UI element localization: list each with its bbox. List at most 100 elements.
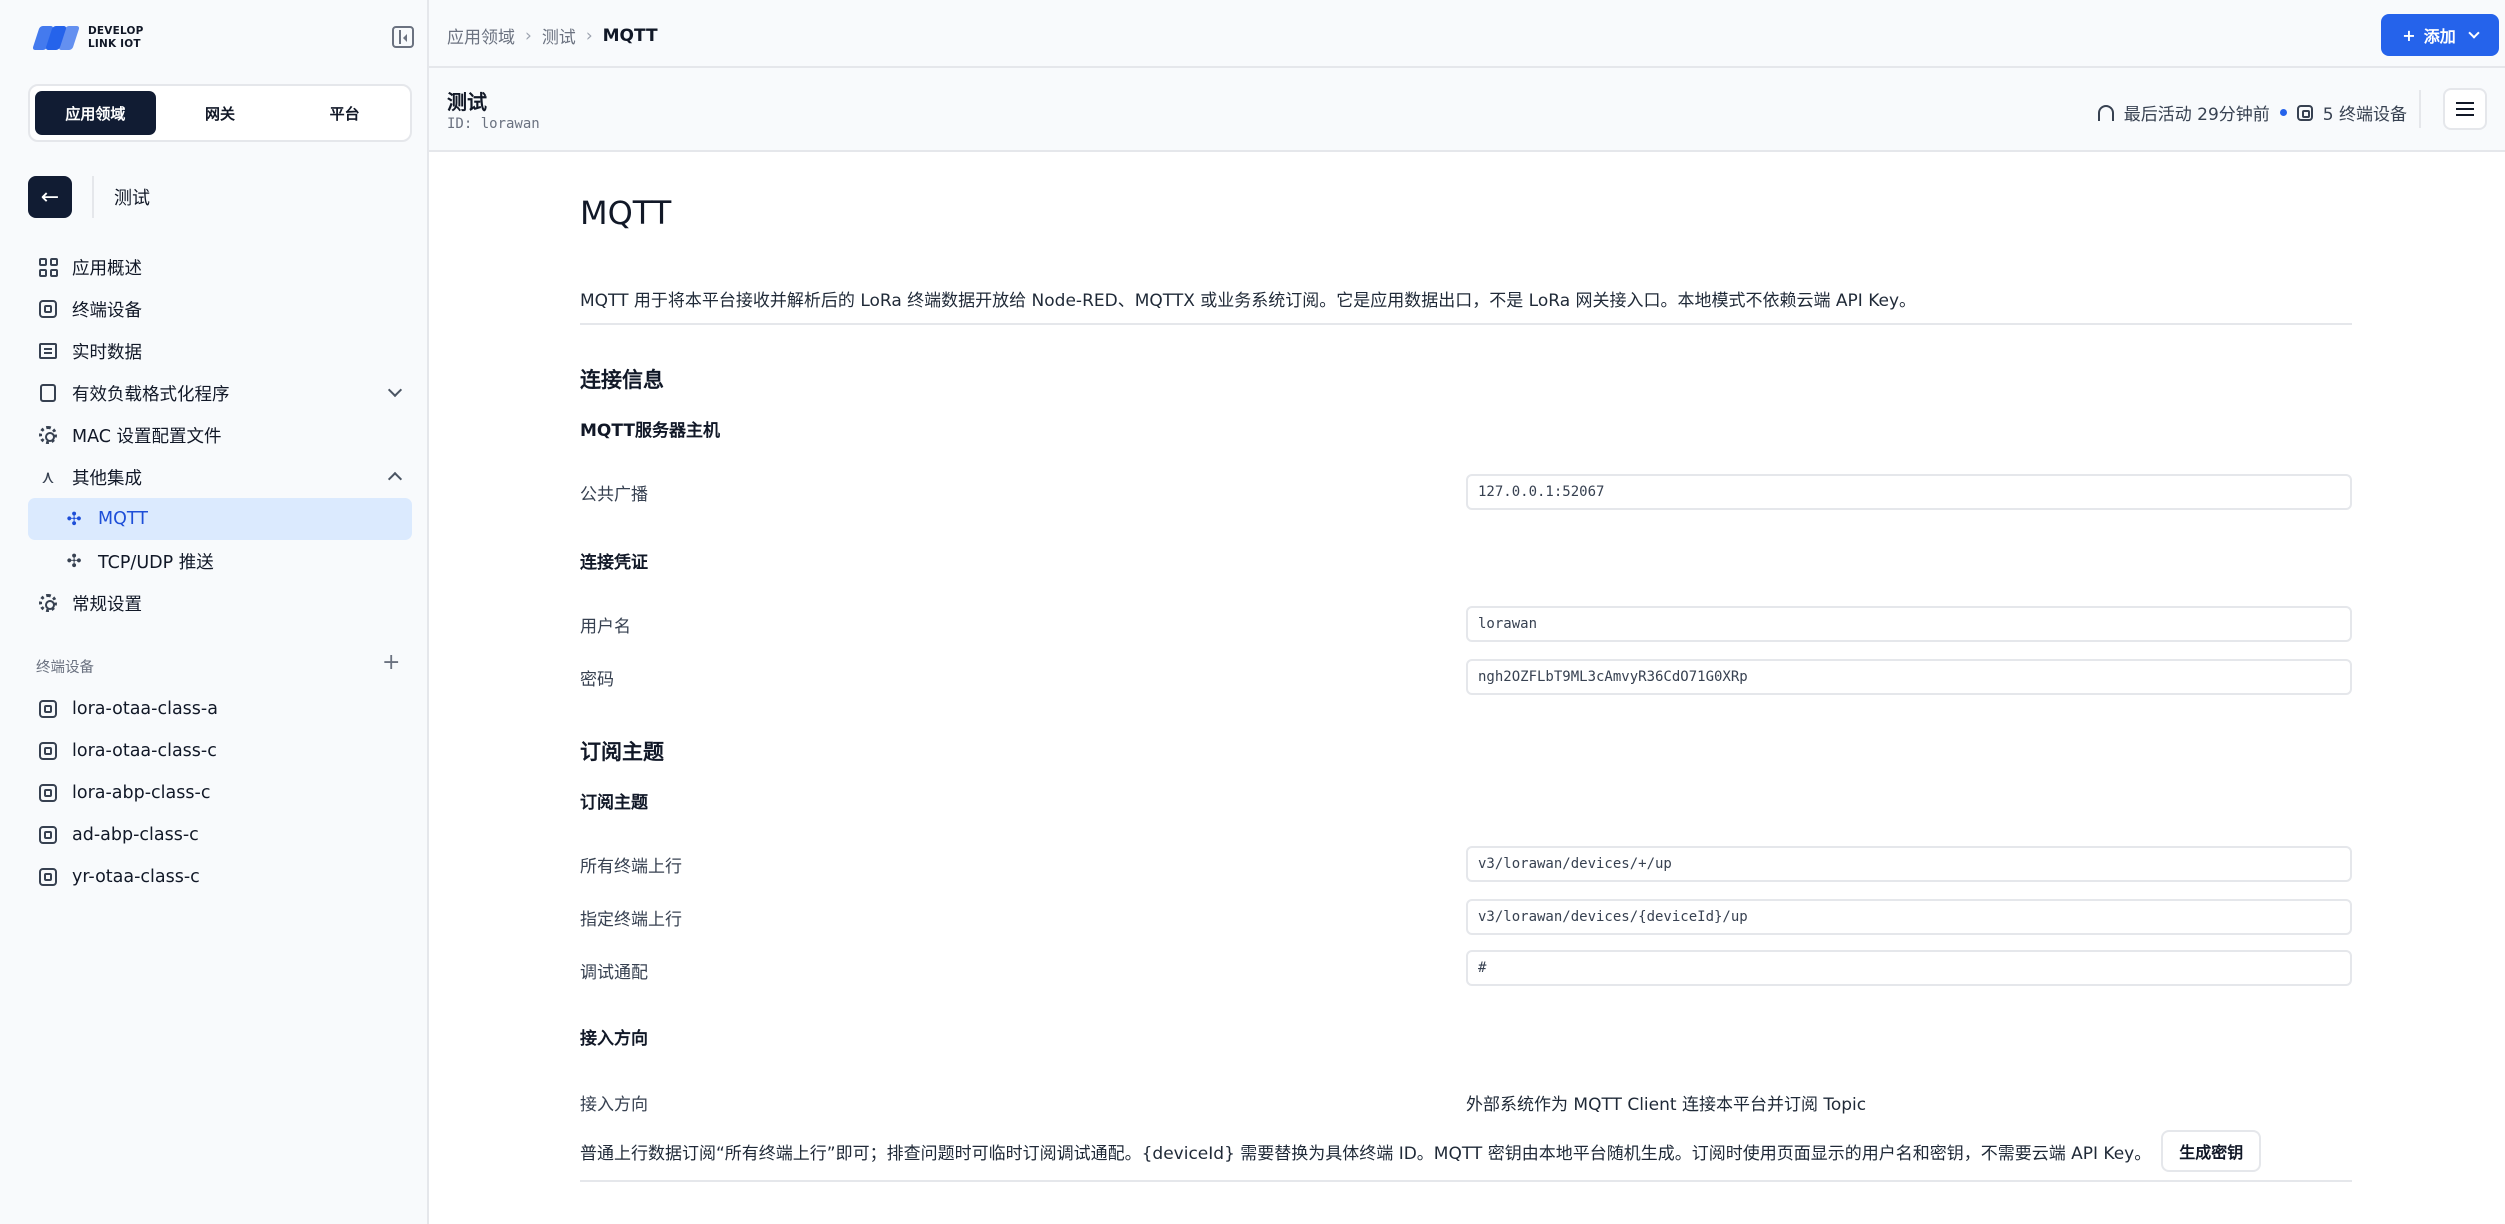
nav-item-label: 其他集成 xyxy=(72,468,142,489)
public-broadcast-label: 公共广播 xyxy=(580,485,648,505)
hamburger-icon xyxy=(2456,108,2474,110)
page-title: 测试 xyxy=(447,90,487,114)
device-uplink-topic-field[interactable]: v3/lorawan/devices/{deviceId}/up xyxy=(1466,899,2352,935)
add-button-label: 添加 xyxy=(2423,27,2456,46)
clipboard-icon xyxy=(38,383,58,403)
device-item[interactable]: lora-abp-class-c xyxy=(28,772,412,814)
nav-item-general-settings[interactable]: 常规设置 xyxy=(28,582,412,624)
divider xyxy=(92,176,94,218)
puzzle-icon: ✣ xyxy=(66,508,82,530)
password-field[interactable]: ngh2OZFLbT9ML3cAmvyR36CdO71G0XRp xyxy=(1466,659,2352,695)
description: MQTT 用于将本平台接收并解析后的 LoRa 终端数据开放给 Node-RED… xyxy=(580,286,2352,325)
nav-item-tcp-udp[interactable]: ✣ TCP/UDP 推送 xyxy=(28,540,412,582)
add-device-plus-icon[interactable]: + xyxy=(382,652,400,674)
device-name: lora-abp-class-c xyxy=(72,783,211,803)
debug-wildcard-field[interactable]: # xyxy=(1466,950,2352,986)
chip-icon xyxy=(38,699,58,719)
nav-item-label: TCP/UDP 推送 xyxy=(98,552,214,573)
nav-item-mqtt[interactable]: ✣ MQTT xyxy=(28,498,412,540)
device-name: lora-otaa-class-c xyxy=(72,741,217,761)
chevron-down-icon[interactable] xyxy=(387,382,403,398)
nav-item-mac-settings[interactable]: MAC 设置配置文件 xyxy=(28,414,412,456)
nav-item-label: 常规设置 xyxy=(72,594,142,615)
all-uplink-topic-field[interactable]: v3/lorawan/devices/+/up xyxy=(1466,846,2352,882)
username-field[interactable]: lorawan xyxy=(1466,606,2352,642)
list-icon xyxy=(38,341,58,361)
topics-subheading: 订阅主题 xyxy=(580,793,648,813)
nav-item-label: 终端设备 xyxy=(72,300,142,321)
chip-icon xyxy=(38,867,58,887)
domain-switcher: 应用领域 网关 平台 xyxy=(28,84,412,142)
public-broadcast-field[interactable]: 127.0.0.1:52067 xyxy=(1466,474,2352,510)
sidebar: DEVELOP LINK IOT 应用领域 网关 平台 ← 测试 应用概述 终端… xyxy=(0,0,429,1224)
breadcrumb-root[interactable]: 应用领域 xyxy=(447,23,515,48)
nav-item-label: MQTT xyxy=(98,509,148,529)
device-item[interactable]: lora-otaa-class-a xyxy=(28,688,412,730)
divider xyxy=(2419,90,2421,128)
app-nav: 应用概述 终端设备 实时数据 有效负载格式化程序 MAC 设置配置文件 ⋏ 其他… xyxy=(28,246,412,624)
devices-section-label: 终端设备 xyxy=(36,660,94,676)
nav-item-overview[interactable]: 应用概述 xyxy=(28,246,412,288)
device-item[interactable]: lora-otaa-class-c xyxy=(28,730,412,772)
nav-item-live-data[interactable]: 实时数据 xyxy=(28,330,412,372)
app-name: 测试 xyxy=(114,188,150,209)
nav-item-label: 实时数据 xyxy=(72,342,142,363)
all-uplink-label: 所有终端上行 xyxy=(580,857,682,877)
host-heading: MQTT服务器主机 xyxy=(580,421,720,441)
direction-label: 接入方向 xyxy=(580,1095,648,1115)
back-button[interactable]: ← xyxy=(28,176,72,218)
logo-icon xyxy=(32,24,80,52)
direction-value: 外部系统作为 MQTT Client 连接本平台并订阅 Topic xyxy=(1466,1095,1867,1115)
logo[interactable]: DEVELOP LINK IOT xyxy=(32,24,144,52)
status-bar: 最后活动 29分钟前 5 终端设备 xyxy=(2097,100,2407,125)
breadcrumb-parent[interactable]: 测试 xyxy=(542,23,576,48)
segment-platform[interactable]: 平台 xyxy=(284,91,405,135)
generate-key-button[interactable]: 生成密钥 xyxy=(2161,1130,2262,1172)
last-activity: 最后活动 29分钟前 xyxy=(2123,105,2270,125)
chevron-down-icon xyxy=(2468,27,2480,39)
app-subheader: 测试 ID: lorawan 最后活动 29分钟前 5 终端设备 xyxy=(429,68,2505,152)
device-name: yr-otaa-class-c xyxy=(72,867,200,887)
device-name: ad-abp-class-c xyxy=(72,825,199,845)
username-label: 用户名 xyxy=(580,617,631,637)
app-id: ID: lorawan xyxy=(447,116,540,132)
section-title: MQTT xyxy=(580,194,672,232)
nav-item-integrations[interactable]: ⋏ 其他集成 xyxy=(28,456,412,498)
status-dot xyxy=(2279,109,2287,116)
integration-icon: ⋏ xyxy=(41,466,55,488)
add-button[interactable]: + 添加 xyxy=(2381,14,2499,56)
breadcrumb: 应用领域 › 测试 › MQTT xyxy=(447,23,658,49)
direction-heading: 接入方向 xyxy=(580,1029,648,1049)
nav-item-label: 有效负载格式化程序 xyxy=(72,384,230,405)
chip-icon xyxy=(38,299,58,319)
device-item[interactable]: ad-abp-class-c xyxy=(28,814,412,856)
nav-item-payload-formatters[interactable]: 有效负载格式化程序 xyxy=(28,372,412,414)
segment-gateway[interactable]: 网关 xyxy=(160,91,281,135)
device-item[interactable]: yr-otaa-class-c xyxy=(28,856,412,898)
activity-icon xyxy=(2097,104,2114,121)
gear-icon xyxy=(38,593,58,613)
app-header: ← 测试 xyxy=(28,176,150,218)
dashboard-icon xyxy=(38,257,58,277)
usage-note: 普通上行数据订阅“所有终端上行”即可；排查问题时可临时订阅调试通配。{devic… xyxy=(580,1130,2352,1182)
chevron-right-icon: › xyxy=(525,25,532,46)
chip-icon xyxy=(38,825,58,845)
credentials-heading: 连接凭证 xyxy=(580,553,648,573)
device-uplink-label: 指定终端上行 xyxy=(580,910,682,930)
segment-application[interactable]: 应用领域 xyxy=(35,91,156,135)
chip-icon xyxy=(38,741,58,761)
connection-heading: 连接信息 xyxy=(580,368,664,392)
collapse-sidebar-icon[interactable] xyxy=(392,26,414,48)
menu-button[interactable] xyxy=(2443,88,2487,130)
device-list: lora-otaa-class-a lora-otaa-class-c lora… xyxy=(28,688,412,898)
topics-heading: 订阅主题 xyxy=(580,740,664,764)
chevron-up-icon[interactable] xyxy=(387,471,403,487)
device-count: 5 终端设备 xyxy=(2322,105,2407,125)
gear-icon xyxy=(38,425,58,445)
topbar: 应用领域 › 测试 › MQTT + 添加 xyxy=(429,0,2505,68)
chip-icon xyxy=(38,783,58,803)
plus-icon: + xyxy=(2402,25,2416,45)
nav-item-devices[interactable]: 终端设备 xyxy=(28,288,412,330)
logo-line-2: LINK IOT xyxy=(88,38,141,50)
device-name: lora-otaa-class-a xyxy=(72,699,218,719)
